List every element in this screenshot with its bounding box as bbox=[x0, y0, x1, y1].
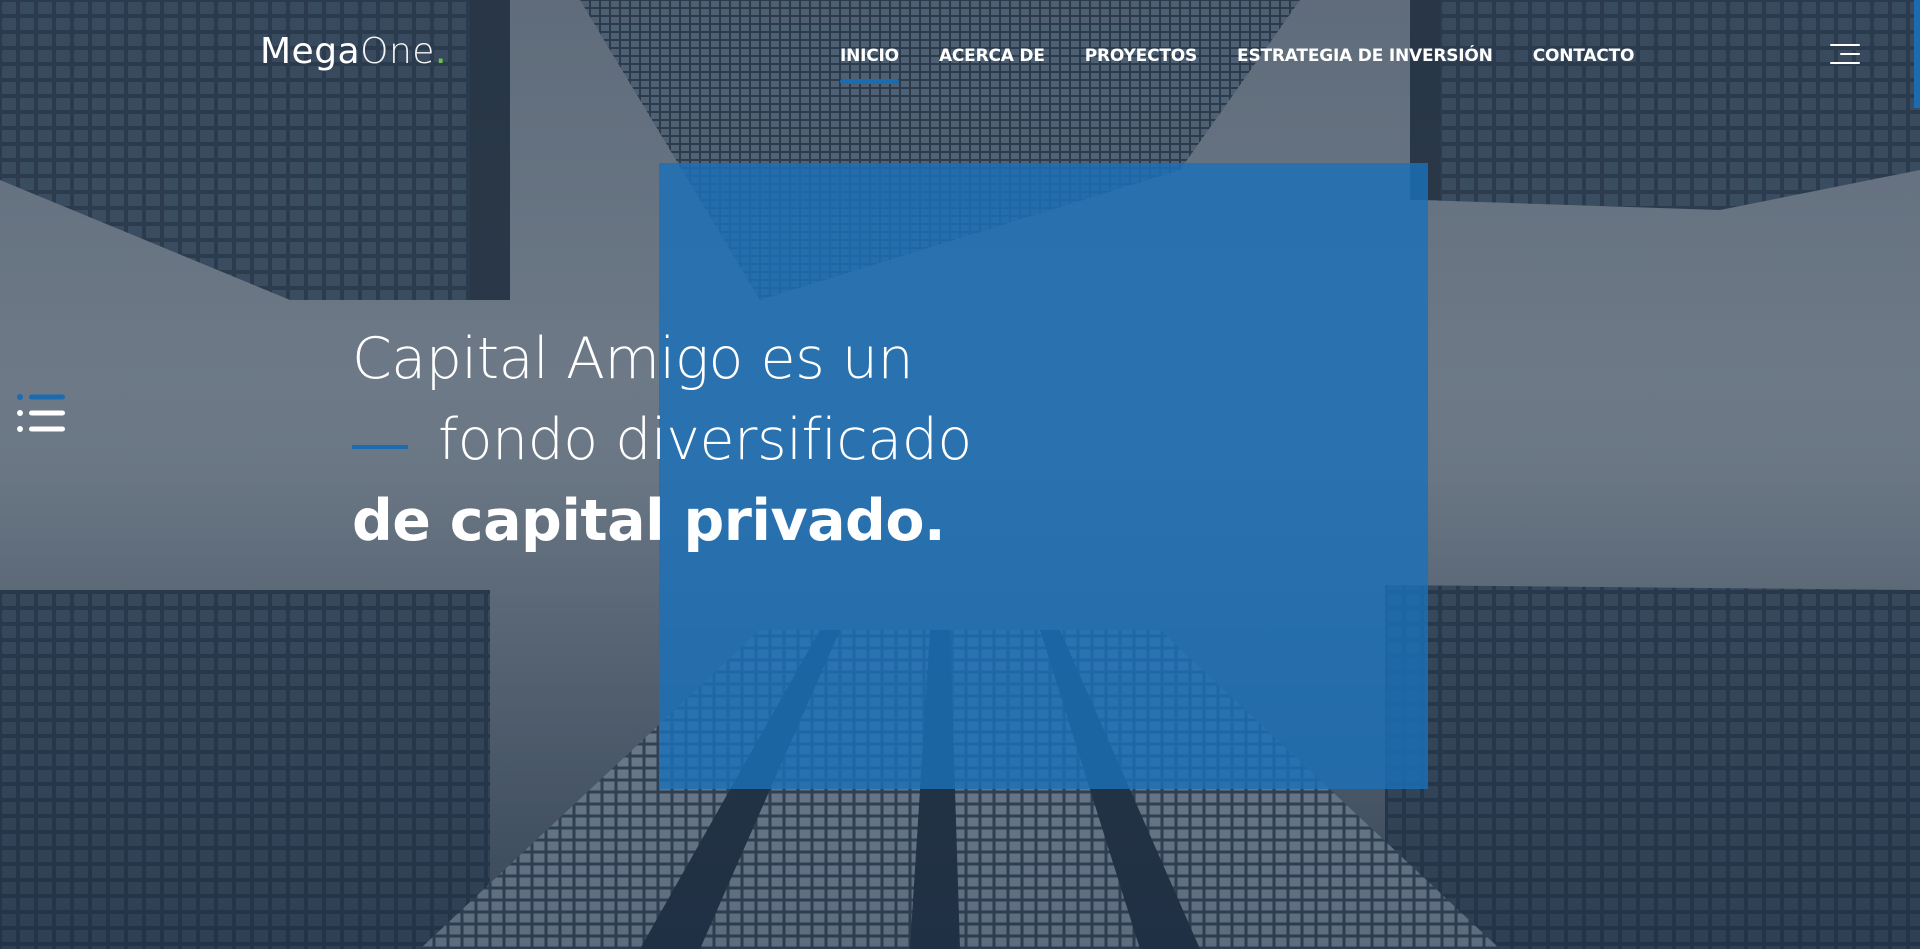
main-nav: INICIO ACERCA DE PROYECTOS ESTRATEGIA DE… bbox=[820, 44, 1655, 84]
nav-item-contacto[interactable]: CONTACTO bbox=[1513, 44, 1655, 74]
list-icon[interactable] bbox=[16, 392, 68, 442]
hero-line-2-wrap: fondo diversificado bbox=[352, 398, 972, 482]
nav-item-acerca-de[interactable]: ACERCA DE bbox=[919, 44, 1065, 74]
logo-dot: . bbox=[434, 31, 447, 72]
hero-heading: Capital Amigo es un fondo diversificado … bbox=[352, 320, 972, 560]
page: MegaOne. INICIO ACERCA DE PROYECTOS ESTR… bbox=[0, 0, 1920, 949]
hero-line-1: Capital Amigo es un bbox=[352, 326, 914, 392]
hero-line-2: fondo diversificado bbox=[438, 407, 972, 473]
hero-accent-dash bbox=[352, 445, 408, 449]
nav-item-proyectos[interactable]: PROYECTOS bbox=[1065, 44, 1217, 74]
site-header: MegaOne. INICIO ACERCA DE PROYECTOS ESTR… bbox=[0, 0, 1920, 110]
logo-main: Mega bbox=[260, 31, 361, 72]
nav-item-inicio[interactable]: INICIO bbox=[820, 44, 919, 84]
hero-line-3: de capital privado. bbox=[352, 488, 946, 554]
logo-light: One bbox=[360, 31, 435, 72]
hamburger-menu-icon[interactable] bbox=[1826, 42, 1860, 68]
nav-item-estrategia[interactable]: ESTRATEGIA DE INVERSIÓN bbox=[1217, 44, 1513, 74]
scrollbar-indicator[interactable] bbox=[1914, 0, 1920, 108]
logo[interactable]: MegaOne. bbox=[260, 30, 447, 74]
